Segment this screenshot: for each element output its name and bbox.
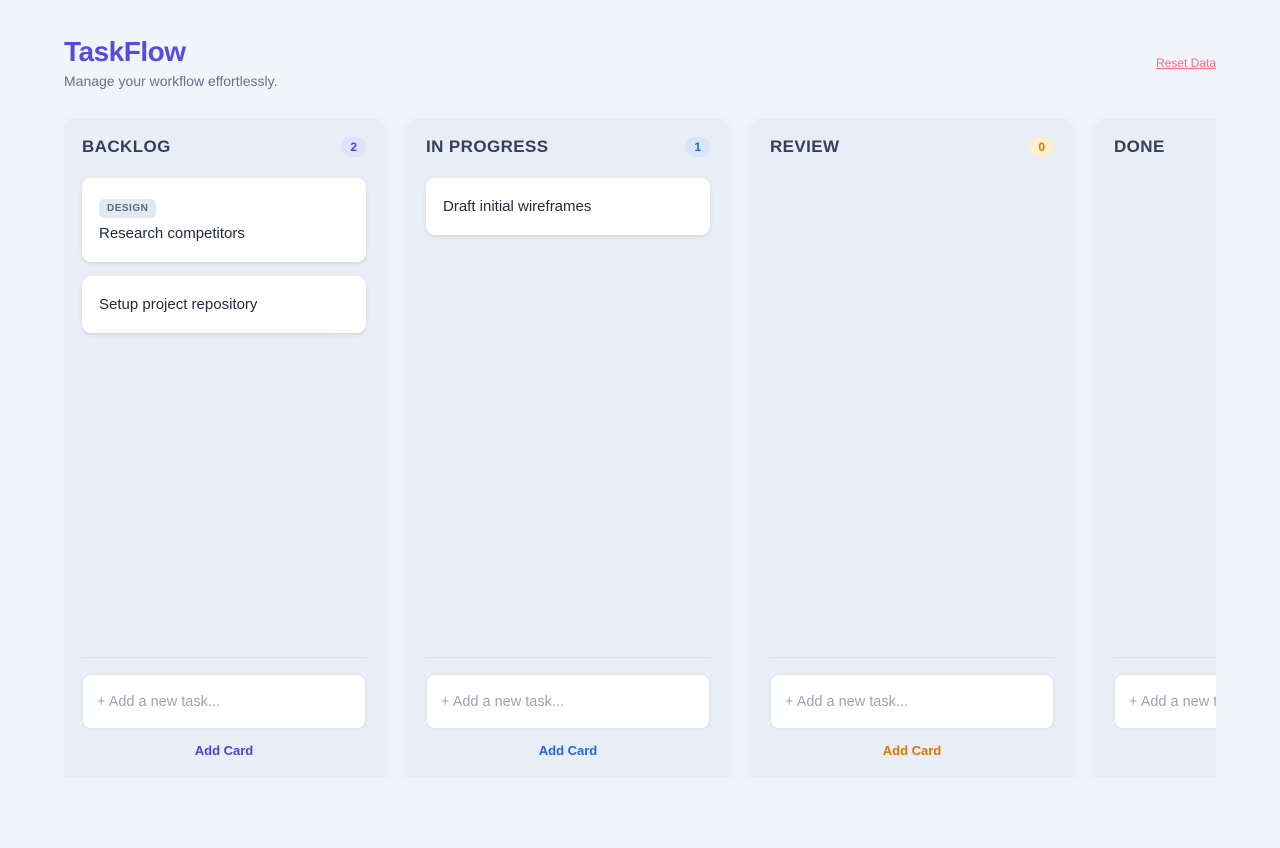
column-footer: Add Card	[82, 657, 366, 758]
card-list: Draft initial wireframes	[426, 178, 710, 657]
add-task-input[interactable]	[82, 674, 366, 729]
column-header: BACKLOG 2	[82, 137, 366, 157]
card-list	[770, 178, 1054, 657]
add-card-button[interactable]: Add Card	[883, 743, 942, 758]
add-card-button[interactable]: Add Card	[195, 743, 254, 758]
column-title: DONE	[1114, 137, 1165, 157]
header: TaskFlow Manage your workflow effortless…	[64, 36, 1216, 89]
page: TaskFlow Manage your workflow effortless…	[64, 0, 1216, 778]
add-card-button[interactable]: Add Card	[539, 743, 598, 758]
column-count-badge: 1	[685, 137, 710, 157]
column-footer: Add Card	[1114, 657, 1216, 758]
card-list: DESIGN Research competitors Setup projec…	[82, 178, 366, 657]
app-title: TaskFlow	[64, 36, 277, 68]
header-titles: TaskFlow Manage your workflow effortless…	[64, 36, 277, 89]
add-task-input[interactable]	[1114, 674, 1216, 729]
task-card[interactable]: Draft initial wireframes	[426, 178, 710, 235]
add-task-input[interactable]	[770, 674, 1054, 729]
column-count-badge: 0	[1029, 137, 1054, 157]
card-title: Setup project repository	[99, 296, 349, 313]
reset-data-link[interactable]: Reset Data	[1156, 56, 1216, 70]
column-backlog: BACKLOG 2 DESIGN Research competitors Se…	[64, 118, 384, 778]
card-tag: DESIGN	[99, 199, 156, 218]
card-list	[1114, 178, 1216, 657]
task-card[interactable]: DESIGN Research competitors	[82, 178, 366, 262]
column-done: DONE Add Card	[1096, 118, 1216, 778]
column-footer: Add Card	[770, 657, 1054, 758]
column-title: IN PROGRESS	[426, 137, 548, 157]
column-header: DONE	[1114, 137, 1216, 157]
task-card[interactable]: Setup project repository	[82, 276, 366, 333]
card-title: Research competitors	[99, 225, 349, 242]
column-in-progress: IN PROGRESS 1 Draft initial wireframes A…	[408, 118, 728, 778]
app-subtitle: Manage your workflow effortlessly.	[64, 73, 277, 89]
column-count-badge: 2	[341, 137, 366, 157]
column-title: REVIEW	[770, 137, 839, 157]
kanban-board[interactable]: BACKLOG 2 DESIGN Research competitors Se…	[64, 118, 1216, 778]
column-header: REVIEW 0	[770, 137, 1054, 157]
column-header: IN PROGRESS 1	[426, 137, 710, 157]
card-title: Draft initial wireframes	[443, 198, 693, 215]
add-task-input[interactable]	[426, 674, 710, 729]
column-footer: Add Card	[426, 657, 710, 758]
column-title: BACKLOG	[82, 137, 171, 157]
column-review: REVIEW 0 Add Card	[752, 118, 1072, 778]
